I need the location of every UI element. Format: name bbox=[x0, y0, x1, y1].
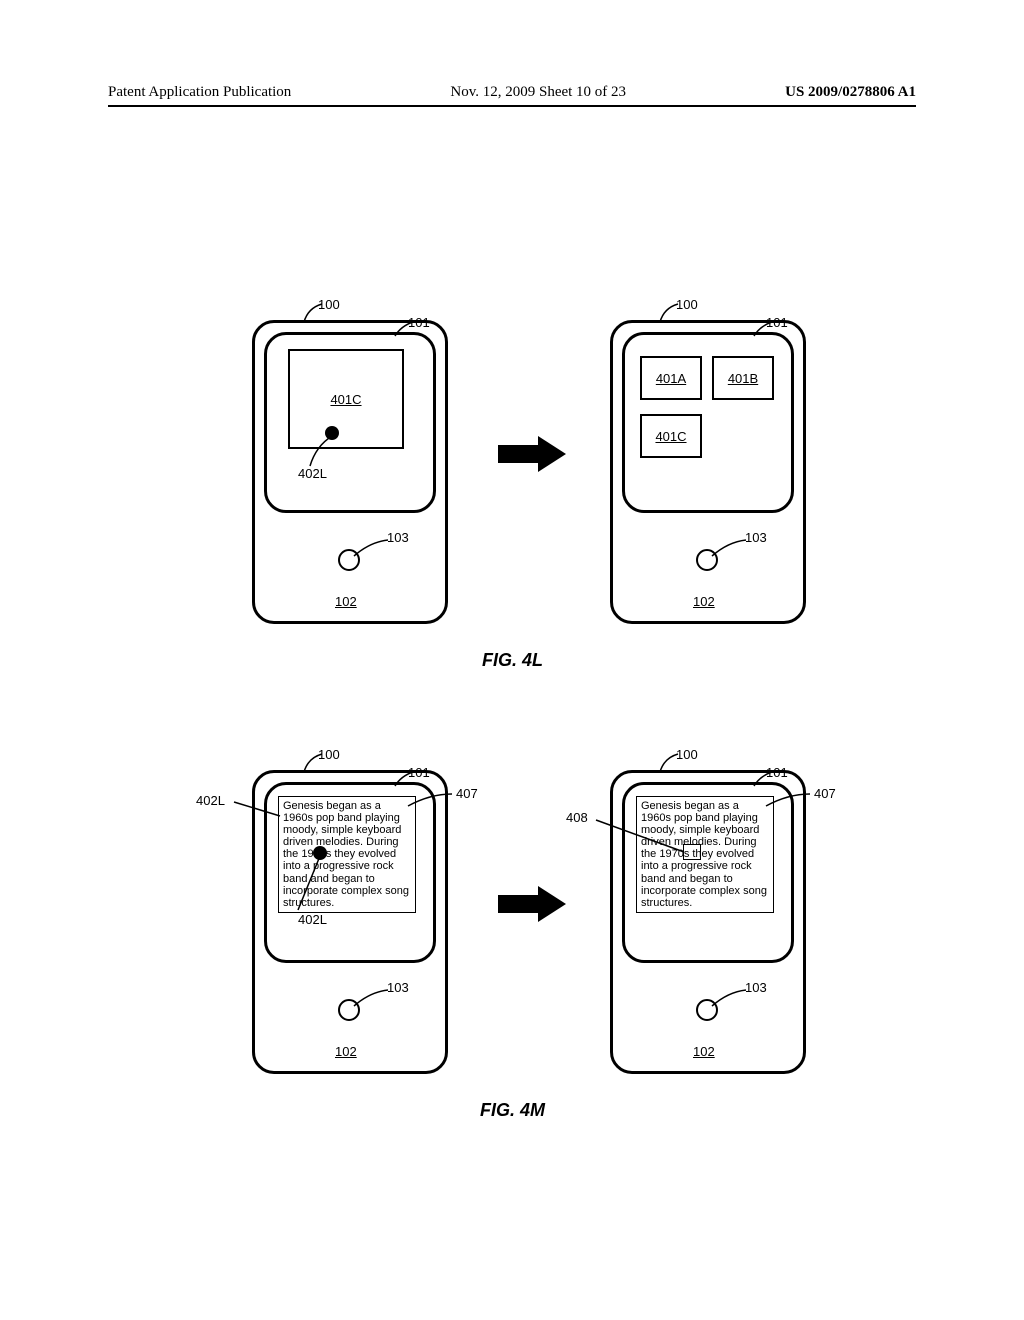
box-401b-label: 401B bbox=[728, 371, 758, 386]
box-401a: 401A bbox=[640, 356, 702, 400]
label-100-4m-right: 100 bbox=[676, 747, 698, 762]
label-103-4l-right: 103 bbox=[745, 530, 767, 545]
caption-4l: FIG. 4L bbox=[482, 650, 543, 671]
label-100-4l-left: 100 bbox=[318, 297, 340, 312]
label-402l-4m-b: 402L bbox=[298, 912, 327, 927]
textbox-4m-right-text: Genesis began as a 1960s pop band playin… bbox=[641, 800, 767, 909]
touch-dot-4m bbox=[313, 846, 327, 860]
box-401c-right-label: 401C bbox=[655, 429, 686, 444]
box-401c-right: 401C bbox=[640, 414, 702, 458]
header-center: Nov. 12, 2009 Sheet 10 of 23 bbox=[450, 84, 626, 101]
box-401c-left: 401C bbox=[288, 349, 404, 449]
header-left: Patent Application Publication bbox=[108, 84, 291, 101]
label-100-4m-left: 100 bbox=[318, 747, 340, 762]
textbox-4m-left: Genesis began as a 1960s pop band playin… bbox=[278, 796, 416, 913]
textbox-4m-right: Genesis began as a 1960s pop band playin… bbox=[636, 796, 774, 913]
caption-4m: FIG. 4M bbox=[480, 1100, 545, 1121]
label-101-4m-left: 101 bbox=[408, 765, 430, 780]
box-401c-left-label: 401C bbox=[330, 392, 361, 407]
touch-dot-4l bbox=[325, 426, 339, 440]
home-button-4m-left[interactable] bbox=[338, 999, 360, 1021]
label-103-4l-left: 103 bbox=[387, 530, 409, 545]
header-right: US 2009/0278806 A1 bbox=[785, 84, 916, 101]
home-button-4l-left[interactable] bbox=[338, 549, 360, 571]
label-103-4m-left: 103 bbox=[387, 980, 409, 995]
label-407-4m-right: 407 bbox=[814, 786, 836, 801]
label-407-4m-left: 407 bbox=[456, 786, 478, 801]
label-102-4l-left: 102 bbox=[335, 594, 357, 609]
box-401a-label: 401A bbox=[656, 371, 686, 386]
label-402l-4m-a: 402L bbox=[196, 793, 225, 808]
label-402l-4l-left: 402L bbox=[298, 466, 327, 481]
label-102-4m-right: 102 bbox=[693, 1044, 715, 1059]
page-header: Patent Application Publication Nov. 12, … bbox=[108, 84, 916, 107]
textbox-4m-left-text: Genesis began as a 1960s pop band playin… bbox=[283, 800, 409, 909]
home-button-4m-right[interactable] bbox=[696, 999, 718, 1021]
label-102-4m-left: 102 bbox=[335, 1044, 357, 1059]
label-101-4l-right: 101 bbox=[766, 315, 788, 330]
box-401b: 401B bbox=[712, 356, 774, 400]
home-button-4l-right[interactable] bbox=[696, 549, 718, 571]
label-408-4m-right: 408 bbox=[566, 810, 588, 825]
cursor-box-408 bbox=[683, 844, 701, 860]
label-100-4l-right: 100 bbox=[676, 297, 698, 312]
label-103-4m-right: 103 bbox=[745, 980, 767, 995]
label-101-4l-left: 101 bbox=[408, 315, 430, 330]
label-101-4m-right: 101 bbox=[766, 765, 788, 780]
label-102-4l-right: 102 bbox=[693, 594, 715, 609]
